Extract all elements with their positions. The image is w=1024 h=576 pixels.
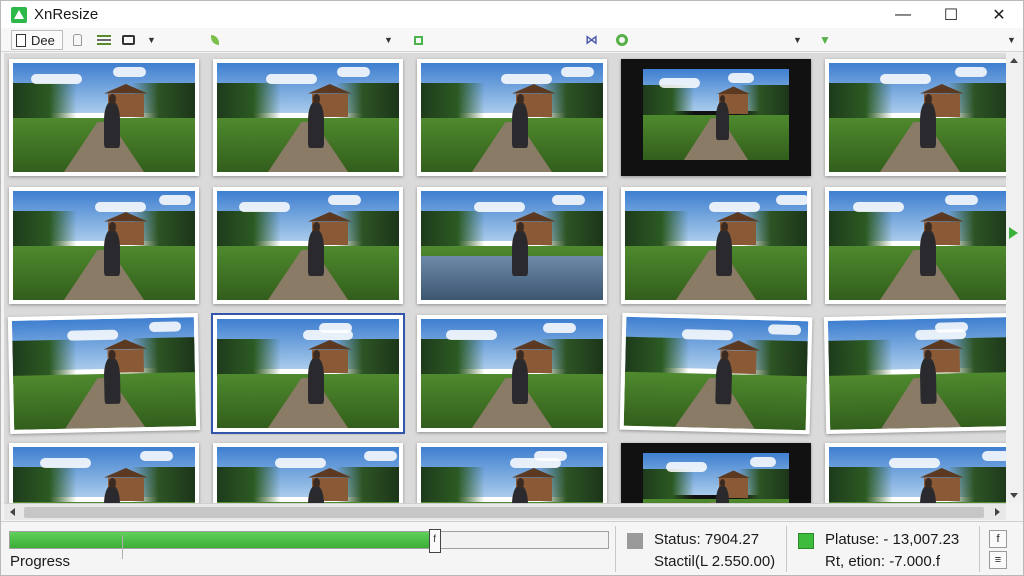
scroll-left-icon[interactable] — [10, 508, 15, 516]
network-dropdown[interactable]: ▼ — [1007, 30, 1016, 50]
window-title: XnResize — [34, 6, 99, 23]
image-thumbnail[interactable] — [619, 312, 813, 435]
thumbnail-image — [217, 319, 399, 428]
menu-button[interactable]: ≡ — [989, 551, 1007, 569]
thumbnail-image — [217, 63, 399, 172]
progress-fill — [10, 532, 435, 548]
thumbnail-image — [11, 317, 197, 430]
status-swatch-green — [798, 533, 814, 549]
image-thumbnail[interactable] — [417, 187, 607, 304]
status-divider — [979, 526, 980, 572]
refresh-dropdown[interactable]: ▼ — [793, 30, 802, 50]
hand-icon — [73, 34, 82, 46]
frame-button[interactable] — [414, 30, 423, 50]
toolbar: Dee ▼ ▼ ⋈ ▼ ▼ ▼ — [1, 28, 1023, 52]
thumbnail-image — [217, 447, 399, 503]
window-controls: — ☐ ✕ — [879, 1, 1023, 28]
document-button[interactable]: Dee — [11, 30, 63, 50]
thumbnail-image — [643, 453, 789, 503]
compare-button[interactable]: ⋈ — [585, 30, 598, 50]
maximize-button[interactable]: ☐ — [927, 1, 975, 28]
flag-button[interactable]: f — [989, 530, 1007, 548]
thumbnail-image — [421, 319, 603, 428]
thumbnail-image — [827, 317, 1006, 430]
image-thumbnail[interactable] — [825, 59, 1006, 176]
document-icon — [16, 33, 26, 47]
thumbnail-image — [625, 191, 807, 300]
app-logo-icon — [11, 6, 27, 23]
list-view-button[interactable] — [97, 30, 111, 50]
image-thumbnail[interactable] — [211, 313, 405, 434]
status-line: Status: 7904.27 — [654, 531, 760, 548]
leaf-icon — [211, 35, 219, 45]
status-divider — [786, 526, 787, 572]
network-button[interactable]: ▼ — [819, 30, 831, 50]
image-thumbnail[interactable] — [417, 315, 607, 432]
thumbnail-image — [421, 191, 603, 300]
thumbnail-image — [829, 447, 1006, 503]
progress-bar[interactable]: f — [9, 529, 609, 559]
image-thumbnail[interactable] — [417, 59, 607, 176]
close-button[interactable]: ✕ — [975, 1, 1023, 28]
scroll-down-icon[interactable] — [1010, 493, 1018, 498]
image-thumbnail[interactable] — [9, 59, 199, 176]
image-thumbnail[interactable] — [9, 187, 199, 304]
static-line: Stactil(L 2.550.00) — [654, 553, 776, 570]
print-dropdown[interactable]: ▼ — [147, 30, 156, 50]
scroll-up-icon[interactable] — [1010, 58, 1018, 63]
scroll-right-icon[interactable] — [995, 508, 1000, 516]
refresh-icon — [616, 34, 628, 46]
horizontal-scroll-thumb[interactable] — [24, 507, 984, 518]
frame-icon — [414, 35, 423, 45]
image-thumbnail[interactable] — [213, 187, 403, 304]
thumbnail-image — [13, 447, 195, 503]
thumbnail-image — [217, 191, 399, 300]
image-thumbnail[interactable] — [9, 443, 199, 503]
progress-tick — [122, 535, 123, 559]
filter-button[interactable] — [211, 30, 219, 50]
hand-tool-button[interactable] — [73, 30, 82, 50]
thumbnail-image — [623, 316, 809, 431]
image-thumbnail[interactable] — [621, 59, 811, 176]
thumbnail-grid — [7, 59, 1006, 503]
thumbnail-image — [13, 191, 195, 300]
thumbnail-image — [421, 447, 603, 503]
image-thumbnail[interactable] — [825, 443, 1006, 503]
progress-label: Progress — [10, 553, 71, 570]
thumbnail-image — [829, 63, 1006, 172]
image-thumbnail[interactable] — [621, 443, 811, 503]
refresh-button[interactable] — [616, 30, 628, 50]
status-swatch-gray — [627, 533, 643, 549]
bowtie-icon: ⋈ — [585, 32, 598, 47]
printer-icon — [122, 35, 135, 45]
thumbnail-image — [643, 69, 789, 160]
document-button-label: Dee — [31, 32, 55, 48]
filter-dropdown[interactable]: ▼ — [384, 30, 393, 50]
status-bar: f Progress Status: 7904.27 Stactil(L 2.5… — [1, 521, 1023, 575]
image-thumbnail[interactable] — [825, 187, 1006, 304]
image-thumbnail[interactable] — [621, 187, 811, 304]
minimize-button[interactable]: — — [879, 1, 927, 28]
thumbnail-area — [4, 53, 1006, 503]
image-thumbnail[interactable] — [213, 59, 403, 176]
thumbnail-image — [13, 63, 195, 172]
thumbnail-image — [829, 191, 1006, 300]
side-arrow-icon[interactable] — [1009, 227, 1018, 239]
list-icon — [97, 35, 111, 45]
image-thumbnail[interactable] — [417, 443, 607, 503]
progress-handle[interactable]: f — [428, 529, 441, 553]
wifi-icon: ▼ — [819, 33, 831, 47]
retion-line: Rt, etion: -7.000.f — [825, 553, 941, 570]
platuse-line: Platuse: - 13,007.23 — [825, 531, 960, 548]
print-button[interactable] — [122, 30, 135, 50]
title-bar: XnResize — ☐ ✕ — [1, 1, 1023, 28]
image-thumbnail[interactable] — [823, 313, 1006, 434]
app-window: XnResize — ☐ ✕ Dee ▼ ▼ ⋈ ▼ ▼ ▼ f Progres… — [0, 0, 1024, 576]
thumbnail-image — [421, 63, 603, 172]
image-thumbnail[interactable] — [213, 443, 403, 503]
horizontal-scrollbar[interactable] — [4, 503, 1006, 520]
vertical-scrollbar[interactable] — [1006, 53, 1023, 503]
status-divider — [615, 526, 616, 572]
image-thumbnail[interactable] — [7, 313, 201, 434]
